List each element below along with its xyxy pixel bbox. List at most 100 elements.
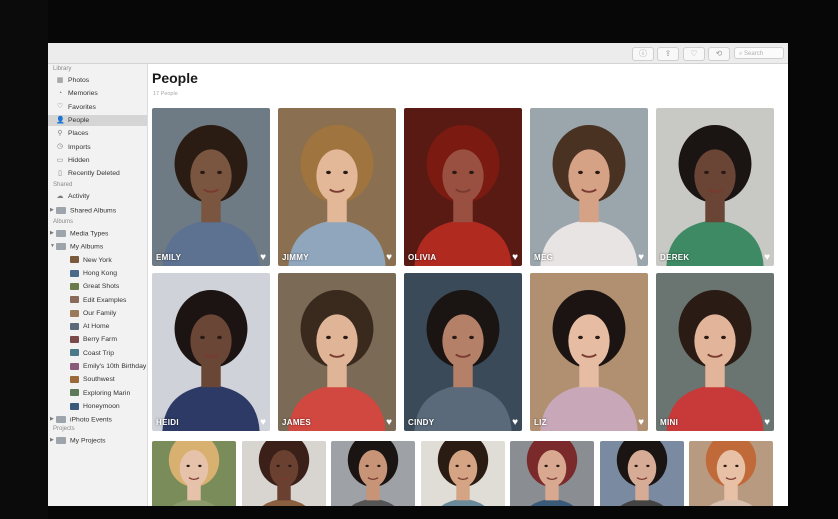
heart-icon[interactable]: ♥ [764,253,770,263]
person-tile[interactable]: DEREK ♥ [656,108,774,266]
sidebar-item-shared-albums[interactable]: ▶ Shared Albums [50,205,141,216]
sidebar-item-iphoto-events[interactable]: ▶ iPhoto Events [50,414,141,425]
folder-icon [56,416,66,424]
heart-icon[interactable]: ♥ [512,418,518,428]
sidebar-item-emily-s-10th-birthday[interactable]: Emily's 10th Birthday [56,361,161,372]
face-photo [152,108,270,266]
sidebar-item-great-shots[interactable]: Great Shots [56,281,161,292]
heart-icon[interactable]: ♥ [386,418,392,428]
person-tile[interactable]: CINDY ♥ [404,273,522,431]
sidebar-item-coast-trip[interactable]: Coast Trip [56,348,161,359]
search-icon: ⌕ [739,51,743,57]
heart-icon[interactable]: ♥ [260,253,266,263]
album-thumbnail [70,389,79,397]
person-tile[interactable]: MINI ♥ [656,273,774,431]
sidebar-section-albums: Albums [53,219,74,225]
sidebar-item-at-home[interactable]: At Home [56,321,161,332]
sidebar-item-label: Berry Farm [83,336,117,344]
sidebar-item-label: At Home [83,323,110,331]
sidebar-item-imports[interactable]: ◷ Imports [56,142,147,153]
person-tile[interactable]: MEG ♥ [530,108,648,266]
sidebar-item-my-albums[interactable]: ▼ My Albums [50,241,141,252]
info-icon[interactable]: ⓘ [632,47,654,61]
sidebar-item-label: Favorites [68,103,96,111]
sidebar-item-new-york[interactable]: New York [56,255,161,266]
album-thumbnail [70,309,79,317]
person-tile[interactable]: HEIDI ♥ [152,273,270,431]
sidebar-item-memories[interactable]: ◔ Memories [56,88,147,99]
sidebar-item-photos[interactable]: ▦ Photos [56,75,147,86]
face-photo [404,273,522,431]
sidebar-item-label: Hidden [68,156,90,164]
hidden-icon: ▭ [56,156,64,164]
album-thumbnail [70,296,79,304]
sidebar-item-hidden[interactable]: ▭ Hidden [56,155,147,166]
person-name: MEG [534,253,554,262]
person-tile[interactable]: JAMES ♥ [278,273,396,431]
face-photo [510,441,594,506]
person-tile[interactable]: EMILY ♥ [152,108,270,266]
sidebar-section-shared: Shared [53,182,73,189]
person-tile[interactable] [152,441,236,506]
album-thumbnail [70,336,79,344]
folder-icon [56,206,66,214]
person-tile[interactable] [599,441,684,506]
sidebar-item-people[interactable]: 👤 People [48,114,147,126]
trash-icon: ▯ [58,169,62,177]
heart-icon[interactable]: ♥ [638,418,644,428]
person-tile[interactable] [420,441,505,506]
share-icon[interactable]: ⇪ [657,47,679,61]
face-photo [420,441,505,506]
sidebar-item-southwest[interactable]: Southwest [56,374,161,385]
heart-icon[interactable]: ♥ [764,418,770,428]
face-photo [278,108,396,266]
person-name: OLIVIA [408,253,437,262]
person-name: MINI [660,418,679,427]
sidebar-item-label: Photos [68,77,90,84]
sidebar-item-my-projects[interactable]: ▶ My Projects [50,435,141,446]
sidebar-item-edit-examples[interactable]: Edit Examples [56,295,161,306]
sidebar-item-media-types[interactable]: ▶ Media Types [50,228,141,239]
sidebar-item-label: My Projects [70,436,106,444]
pin-icon: ⚲ [57,129,63,137]
sidebar-item-hong-kong[interactable]: Hong Kong [56,268,161,279]
sidebar-item-berry-farm[interactable]: Berry Farm [56,334,161,345]
album-thumbnail [70,402,79,410]
person-tile[interactable] [689,441,773,506]
sidebar-item-label: Shared Albums [70,206,117,214]
sidebar-item-label: iPhoto Events [70,416,112,424]
sidebar-item-label: Edit Examples [83,296,127,304]
person-tile[interactable]: OLIVIA ♥ [404,108,522,266]
sidebar-item-our-family[interactable]: Our Family [56,308,161,319]
rotate-icon[interactable]: ⟲ [708,47,730,61]
display-bezel [0,0,48,519]
clock-icon: ◷ [56,143,64,151]
person-name: JIMMY [282,253,309,262]
folder-icon [56,436,66,444]
person-name: HEIDI [156,418,179,427]
photos-icon: ▦ [56,76,64,84]
sidebar-item-label: Memories [68,90,98,98]
heart-icon[interactable]: ♥ [386,253,392,263]
person-tile[interactable] [510,441,594,506]
person-tile[interactable] [331,441,415,506]
face-photo [152,273,270,431]
album-thumbnail [70,282,79,290]
heart-icon[interactable]: ♥ [260,418,266,428]
person-tile[interactable]: JIMMY ♥ [278,108,396,266]
heart-icon[interactable]: ♥ [638,253,644,263]
person-tile[interactable] [241,441,326,506]
sidebar-item-honeymoon[interactable]: Honeymoon [56,401,161,412]
favorite-icon[interactable]: ♡ [683,47,705,61]
sidebar-item-label: Coast Trip [83,349,114,357]
photos-window: ⓘ ⇪ ♡ ⟲ ⌕ Search Library ▦ Photos ◔ Memories… [48,43,788,506]
heart-icon[interactable]: ♥ [512,253,518,263]
sidebar-item-activity[interactable]: ☁ Activity [56,191,147,202]
sidebar-item-recently-deleted[interactable]: ▯ Recently Deleted [56,168,147,179]
sidebar-item-favorites[interactable]: ♡ Favorites [56,102,147,113]
sidebar-item-places[interactable]: ⚲ Places [56,128,147,139]
search-input[interactable]: ⌕ Search [734,47,784,59]
sidebar-item-exploring-marin[interactable]: Exploring Marin [56,388,161,399]
folder-icon [56,243,66,251]
person-tile[interactable]: LIZ ♥ [530,273,648,431]
